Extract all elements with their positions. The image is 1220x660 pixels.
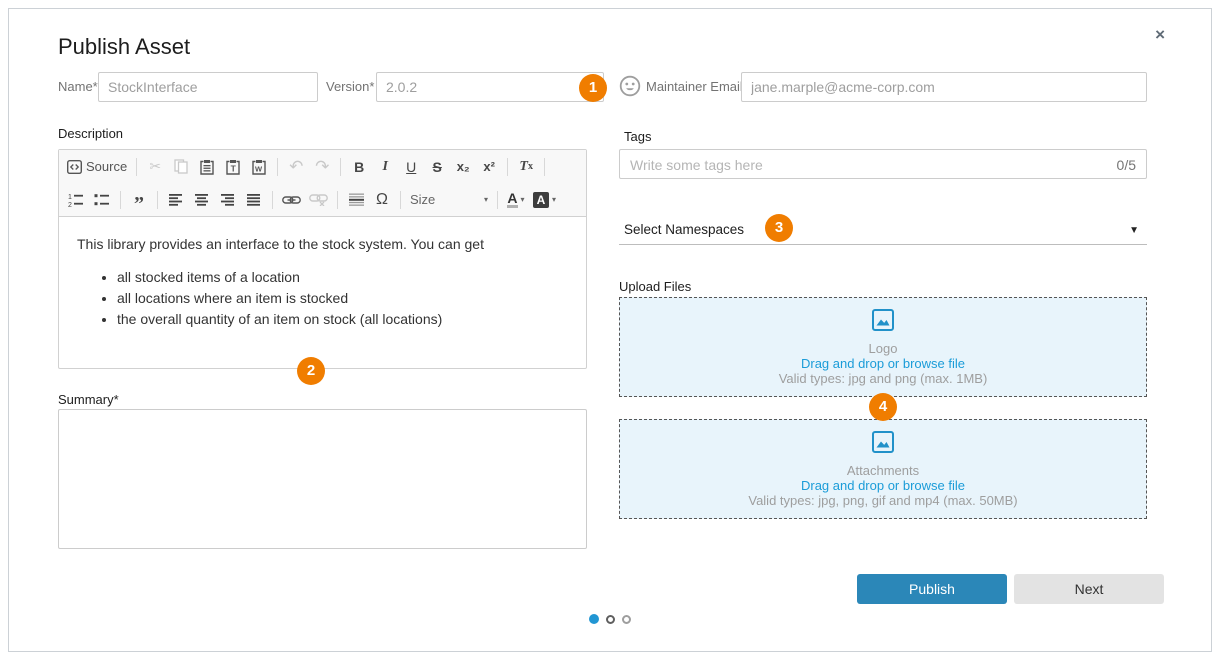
pagination-dots xyxy=(589,614,631,624)
paste-from-word-icon[interactable]: W xyxy=(247,154,271,180)
browse-file-link[interactable]: Drag and drop or browse file xyxy=(801,356,965,371)
align-justify-icon[interactable] xyxy=(242,187,266,213)
superscript-icon[interactable]: x² xyxy=(477,154,501,180)
strikethrough-icon[interactable]: S xyxy=(425,154,449,180)
annotation-badge-3: 3 xyxy=(765,214,793,242)
version-input[interactable] xyxy=(376,72,604,102)
image-icon xyxy=(871,308,895,332)
align-center-icon[interactable] xyxy=(190,187,214,213)
bullet-list-icon[interactable] xyxy=(90,187,114,213)
tags-label: Tags xyxy=(624,129,651,144)
page-dot-3[interactable] xyxy=(622,615,631,624)
link-icon[interactable] xyxy=(279,187,304,213)
description-bullet-list: all stocked items of a location all loca… xyxy=(77,267,568,330)
svg-text:2: 2 xyxy=(68,202,72,207)
name-label: Name* xyxy=(58,72,98,102)
cut-icon[interactable]: ✂ xyxy=(143,154,167,180)
svg-text:T: T xyxy=(231,163,237,173)
underline-icon[interactable]: U xyxy=(399,154,423,180)
paste-icon[interactable] xyxy=(195,154,219,180)
toolbar-separator xyxy=(157,191,158,209)
toolbar-separator xyxy=(340,158,341,176)
list-item: all locations where an item is stocked xyxy=(117,288,568,309)
source-icon xyxy=(67,160,82,174)
page-title: Publish Asset xyxy=(58,34,190,60)
namespaces-label: Select Namespaces xyxy=(624,222,744,237)
publish-asset-dialog: Publish Asset × Name* Version* 1 Maintai… xyxy=(8,8,1212,652)
page-dot-1[interactable] xyxy=(589,614,599,624)
summary-textarea[interactable] xyxy=(58,409,587,549)
namespaces-dropdown[interactable]: Select Namespaces ▼ xyxy=(619,219,1147,245)
redo-icon[interactable]: ↷ xyxy=(310,154,334,180)
numbered-list-icon[interactable]: 12 xyxy=(64,187,88,213)
toolbar-separator xyxy=(136,158,137,176)
page-dot-2[interactable] xyxy=(606,615,615,624)
toolbar-separator xyxy=(544,158,545,176)
font-size-dropdown[interactable]: Size ▾ xyxy=(407,187,491,213)
image-icon xyxy=(871,430,895,454)
text-color-button[interactable]: A ▾ xyxy=(504,187,528,213)
logo-dropzone[interactable]: Logo Drag and drop or browse file Valid … xyxy=(619,297,1147,397)
align-right-icon[interactable] xyxy=(216,187,240,213)
svg-text:1: 1 xyxy=(68,194,72,201)
horizontal-rule-icon[interactable] xyxy=(344,187,368,213)
tags-input[interactable]: Write some tags here 0/5 xyxy=(619,149,1147,179)
subscript-icon[interactable]: x₂ xyxy=(451,154,475,180)
toolbar-separator xyxy=(400,191,401,209)
chevron-down-icon: ▾ xyxy=(484,195,488,204)
list-item: the overall quantity of an item on stock… xyxy=(117,309,568,330)
chevron-down-icon: ▼ xyxy=(1129,225,1139,236)
dropzone-hint: Valid types: jpg, png, gif and mp4 (max.… xyxy=(748,493,1017,508)
dropzone-title: Logo xyxy=(869,341,898,356)
toolbar-separator xyxy=(272,191,273,209)
description-editor-content[interactable]: This library provides an interface to th… xyxy=(59,217,586,330)
list-item: all stocked items of a location xyxy=(117,267,568,288)
copy-icon[interactable] xyxy=(169,154,193,180)
remove-format-icon[interactable]: Tx xyxy=(514,154,538,180)
blockquote-icon[interactable]: ” xyxy=(127,187,151,213)
toolbar-separator xyxy=(277,158,278,176)
chevron-down-icon: ▾ xyxy=(552,195,556,204)
toolbar-separator xyxy=(120,191,121,209)
close-icon[interactable]: × xyxy=(1155,25,1165,45)
dropzone-title: Attachments xyxy=(847,463,919,478)
undo-icon[interactable]: ↶ xyxy=(284,154,308,180)
toolbar-separator xyxy=(337,191,338,209)
annotation-badge-4: 4 xyxy=(869,393,897,421)
special-character-icon[interactable]: Ω xyxy=(370,187,394,213)
tags-counter: 0/5 xyxy=(1117,157,1136,173)
description-paragraph: This library provides an interface to th… xyxy=(77,234,568,254)
svg-text:W: W xyxy=(255,164,263,173)
annotation-badge-2: 2 xyxy=(297,357,325,385)
chevron-down-icon: ▾ xyxy=(521,195,525,204)
next-button[interactable]: Next xyxy=(1014,574,1164,604)
summary-label: Summary* xyxy=(58,392,119,407)
annotation-badge-1: 1 xyxy=(579,74,607,102)
tags-placeholder: Write some tags here xyxy=(630,157,763,173)
maintainer-email-label: Maintainer Email* xyxy=(646,72,748,102)
align-left-icon[interactable] xyxy=(164,187,188,213)
maintainer-avatar-icon xyxy=(619,75,641,97)
paste-as-text-icon[interactable]: T xyxy=(221,154,245,180)
editor-toolbar: Source ✂ T W ↶ ↷ B xyxy=(59,150,586,217)
upload-files-label: Upload Files xyxy=(619,279,691,294)
toolbar-separator xyxy=(507,158,508,176)
version-label: Version* xyxy=(326,72,374,102)
publish-button[interactable]: Publish xyxy=(857,574,1007,604)
toolbar-separator xyxy=(497,191,498,209)
bold-icon[interactable]: B xyxy=(347,154,371,180)
browse-file-link[interactable]: Drag and drop or browse file xyxy=(801,478,965,493)
background-color-button[interactable]: A ▾ xyxy=(530,187,559,213)
italic-icon[interactable]: I xyxy=(373,154,397,180)
description-label: Description xyxy=(58,126,123,141)
dropzone-hint: Valid types: jpg and png (max. 1MB) xyxy=(779,371,988,386)
attachments-dropzone[interactable]: Attachments Drag and drop or browse file… xyxy=(619,419,1147,519)
unlink-icon[interactable] xyxy=(306,187,331,213)
maintainer-email-input[interactable] xyxy=(741,72,1147,102)
description-editor: Source ✂ T W ↶ ↷ B xyxy=(58,149,587,369)
source-button[interactable]: Source xyxy=(64,154,130,180)
name-input[interactable] xyxy=(98,72,318,102)
